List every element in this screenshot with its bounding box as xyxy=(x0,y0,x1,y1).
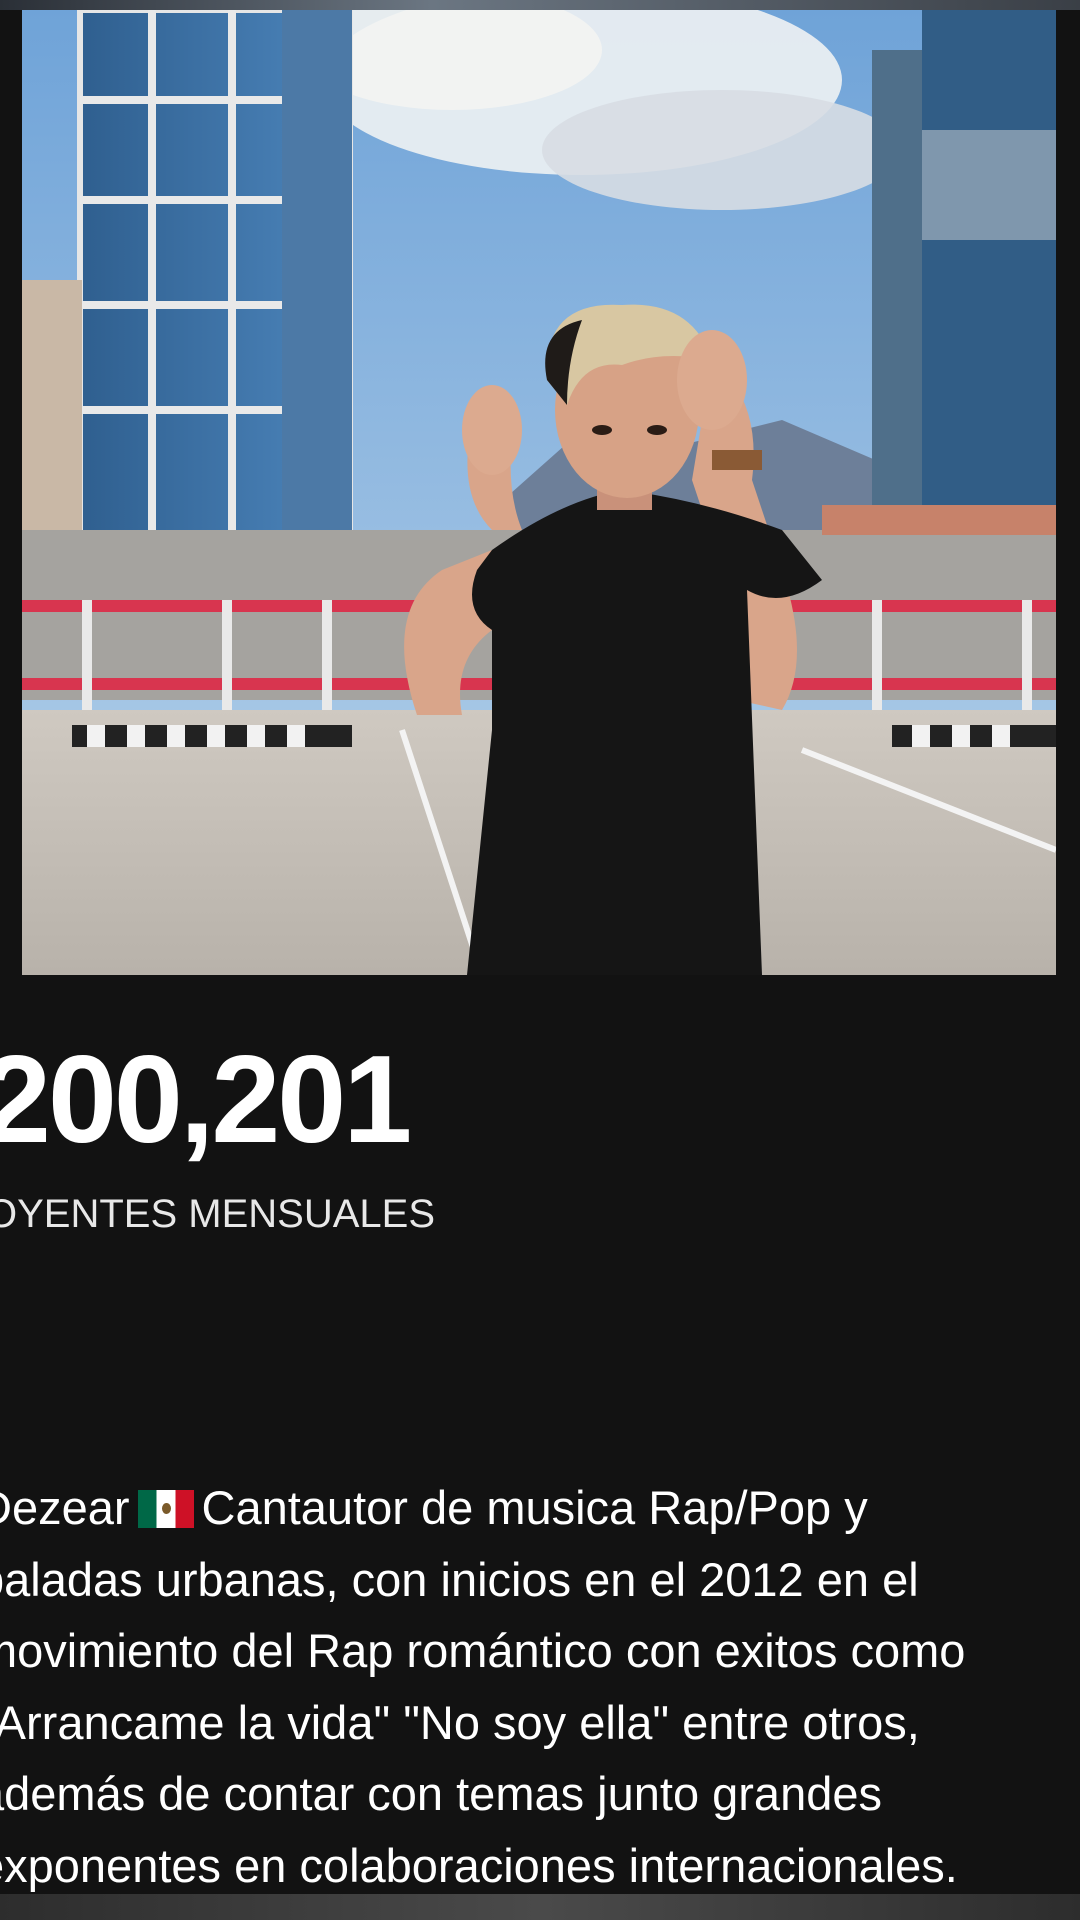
top-edge-strip xyxy=(0,0,1080,10)
bio-text: Dezear xyxy=(0,1481,130,1534)
bio-line: Dezear Cantautor de musica Rap/Pop y xyxy=(0,1472,1080,1544)
artist-photo[interactable] xyxy=(22,10,1056,975)
bio-text: Cantautor de musica Rap/Pop y xyxy=(201,1481,868,1534)
bottom-edge-strip xyxy=(0,1894,1080,1920)
bio-line: además de contar con temas junto grandes xyxy=(0,1767,882,1820)
bio-line: baladas urbanas, con inicios en el 2012 … xyxy=(0,1552,919,1606)
monthly-listeners-label: OYENTES MENSUALES xyxy=(0,1192,436,1236)
artist-bio: Dezear Cantautor de musica Rap/Pop y bala… xyxy=(0,1472,1080,1901)
bio-line: "Arrancame la vida" "No soy ella" entre … xyxy=(0,1695,920,1749)
monthly-listeners-count: 200,201 xyxy=(0,1031,412,1169)
bio-line: exponentes en colaboraciones internacion… xyxy=(0,1838,958,1892)
mexico-flag-icon xyxy=(137,1490,194,1528)
bio-line: movimiento del Rap romántico con exitos … xyxy=(0,1624,966,1677)
